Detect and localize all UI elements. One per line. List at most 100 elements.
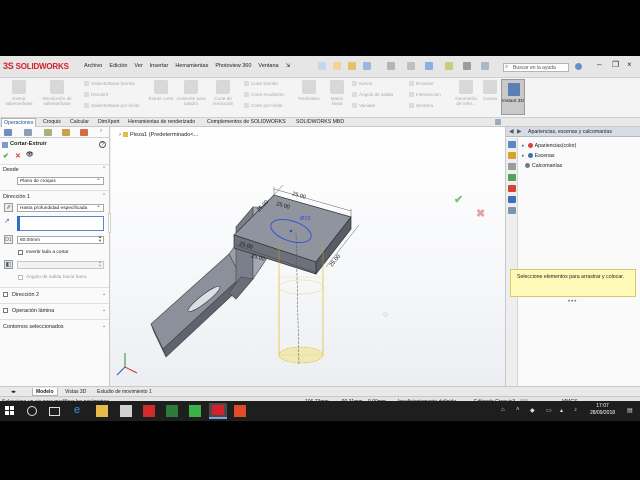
dimension-label[interactable]: 25.00 xyxy=(291,191,306,201)
collapse-direction1-icon[interactable]: ⌃ xyxy=(102,193,106,199)
print-icon[interactable] xyxy=(387,62,395,70)
revolve-boss-button[interactable]: Revolución de saliente/base xyxy=(40,80,74,106)
rebuild-icon[interactable] xyxy=(445,62,453,70)
confirm-corner-cancel-icon[interactable]: ✖ xyxy=(476,207,485,220)
menu-ver[interactable]: Ver xyxy=(134,63,142,69)
configuration-manager-icon[interactable] xyxy=(44,129,52,136)
selected-contours-label[interactable]: Contornos seleccionados xyxy=(3,324,64,330)
ok-button[interactable]: ✔ xyxy=(3,152,9,160)
dimxpert-manager-icon[interactable] xyxy=(62,129,70,136)
rib-button[interactable]: Nervio xyxy=(352,81,372,86)
menu-archivo[interactable]: Archivo xyxy=(84,63,102,69)
wrap-button[interactable]: Envolver xyxy=(409,81,434,86)
from-section-label[interactable]: Desde xyxy=(3,167,19,173)
clock[interactable]: 17:07 28/09/2018 xyxy=(590,403,615,417)
app-red-icon[interactable] xyxy=(234,405,246,417)
dropbox-icon[interactable]: ◆ xyxy=(530,407,535,414)
tab-croquis[interactable]: Croquis xyxy=(41,118,63,127)
tab-herramientas-renderizado[interactable]: Herramientas de renderizado xyxy=(126,118,197,127)
help-icon[interactable] xyxy=(575,63,582,70)
design-library-icon[interactable] xyxy=(508,152,516,159)
menu-photoview[interactable]: Photoview 360 xyxy=(215,63,251,69)
hole-wizard-button[interactable]: Asistente para taladro xyxy=(175,80,207,106)
intersect-button[interactable]: Intersección xyxy=(409,92,441,97)
acrobat-icon[interactable] xyxy=(143,405,155,417)
tab-complementos[interactable]: Complementos de SOLIDWORKS xyxy=(205,118,288,127)
tab-operaciones[interactable]: Operaciones xyxy=(1,118,37,127)
file-explorer-icon[interactable] xyxy=(508,163,516,170)
swept-boss-button[interactable]: Saliente/Base barrido xyxy=(84,81,135,86)
thin-feature-checkbox[interactable] xyxy=(3,308,8,313)
tree-item-scenes[interactable]: ▸ Escenas xyxy=(522,153,555,159)
reference-geometry-button[interactable]: Geometría de refer... xyxy=(452,80,480,106)
property-manager-icon[interactable] xyxy=(24,129,32,136)
tab-vistas-3d[interactable]: Vistas 3D xyxy=(62,388,89,396)
depth-spinner[interactable]: ▲ ▼ xyxy=(98,235,102,243)
home-icon[interactable] xyxy=(318,62,326,70)
swept-cut-button[interactable]: Corte barrido xyxy=(244,81,278,86)
draft-spinner[interactable]: ▲ ▼ xyxy=(98,260,102,268)
shell-button[interactable]: Vaciado xyxy=(352,103,375,108)
reverse-direction-icon[interactable]: ⇗ xyxy=(4,203,13,212)
direction2-checkbox[interactable] xyxy=(3,292,8,297)
direction1-section-label[interactable]: Dirección 1 xyxy=(3,194,30,200)
menu-insertar[interactable]: Insertar xyxy=(150,63,169,69)
display-manager-icon[interactable] xyxy=(80,129,88,136)
people-icon[interactable]: ⌂ xyxy=(501,407,505,413)
curves-button[interactable]: Curvas xyxy=(480,80,500,101)
splitter-grip[interactable]: ••• xyxy=(568,299,577,305)
tab-solidworks-mbd[interactable]: SOLIDWORKS MBD xyxy=(294,118,346,127)
volume-icon[interactable]: ♪ xyxy=(574,407,577,413)
view-palette-icon[interactable] xyxy=(508,174,516,181)
loft-boss-button[interactable]: Recubrir xyxy=(84,92,108,97)
menu-edicion[interactable]: Edición xyxy=(109,63,127,69)
depth-input[interactable]: 60.00mm xyxy=(17,236,104,244)
more-tabs-icon[interactable]: › xyxy=(100,128,102,134)
close-button[interactable]: × xyxy=(627,60,632,69)
direction2-label[interactable]: Dirección 2 xyxy=(12,292,39,298)
solidworks-resources-icon[interactable] xyxy=(508,141,516,148)
battery-icon[interactable]: ▭ xyxy=(546,407,552,414)
end-condition-select[interactable]: Hasta profundidad especificada xyxy=(17,203,104,212)
file-explorer-icon[interactable] xyxy=(96,405,108,417)
expand-thin-icon[interactable]: ⌄ xyxy=(102,307,106,313)
appearances-icon[interactable] xyxy=(508,185,516,192)
file-properties-icon[interactable] xyxy=(463,62,471,70)
undo-icon[interactable] xyxy=(407,62,415,70)
lofted-cut-button[interactable]: Corte recubierto xyxy=(244,92,284,97)
new-document-icon[interactable] xyxy=(333,62,341,70)
draft-outward-checkbox[interactable] xyxy=(18,275,23,280)
boundary-cut-button[interactable]: Corte por límite xyxy=(244,103,282,108)
draft-icon[interactable]: ◧ xyxy=(4,260,13,269)
extrude-boss-button[interactable]: Extruir saliente/base xyxy=(2,80,36,106)
draft-button[interactable]: Ángulo de salida xyxy=(352,92,393,97)
forward-arrow-icon[interactable]: ▶ xyxy=(517,128,522,135)
menu-ventana[interactable]: Ventana xyxy=(258,63,278,69)
select-arrow-icon[interactable] xyxy=(425,62,433,70)
revolve-cut-button[interactable]: Corte de revolución xyxy=(208,80,238,106)
custom-properties-icon[interactable] xyxy=(508,196,516,203)
task-view-icon[interactable] xyxy=(49,407,60,416)
minimize-button[interactable]: – xyxy=(597,60,601,69)
flip-side-checkbox[interactable] xyxy=(18,250,23,255)
menu-herramientas[interactable]: Herramientas xyxy=(175,63,208,69)
tab-calcular[interactable]: Calcular xyxy=(68,118,91,127)
camtasia-icon[interactable] xyxy=(166,405,178,417)
from-select[interactable]: Plano de croquis xyxy=(17,176,104,185)
part-model[interactable]: 25.00 25.00 25.00 25.00 25.00 25.00 Ø10 xyxy=(111,127,505,386)
store-icon[interactable] xyxy=(120,405,132,417)
edge-browser-icon[interactable]: e xyxy=(74,404,86,416)
recorder-icon[interactable] xyxy=(189,405,201,417)
cancel-button[interactable]: ✕ xyxy=(15,152,21,160)
save-icon[interactable] xyxy=(363,62,371,70)
forum-icon[interactable] xyxy=(508,207,516,214)
network-icon[interactable]: ▴ xyxy=(560,407,563,414)
preview-eye-icon[interactable]: 👁 xyxy=(26,151,34,158)
confirm-corner-ok-icon[interactable]: ✔ xyxy=(454,193,463,206)
dimension-label[interactable]: 25.00 xyxy=(329,254,342,269)
options-gear-icon[interactable] xyxy=(481,62,489,70)
notifications-icon[interactable]: ▤ xyxy=(627,407,633,414)
open-folder-icon[interactable] xyxy=(348,62,356,70)
expand-tabs-icon[interactable] xyxy=(495,119,501,125)
windows-start-icon[interactable] xyxy=(5,406,15,416)
